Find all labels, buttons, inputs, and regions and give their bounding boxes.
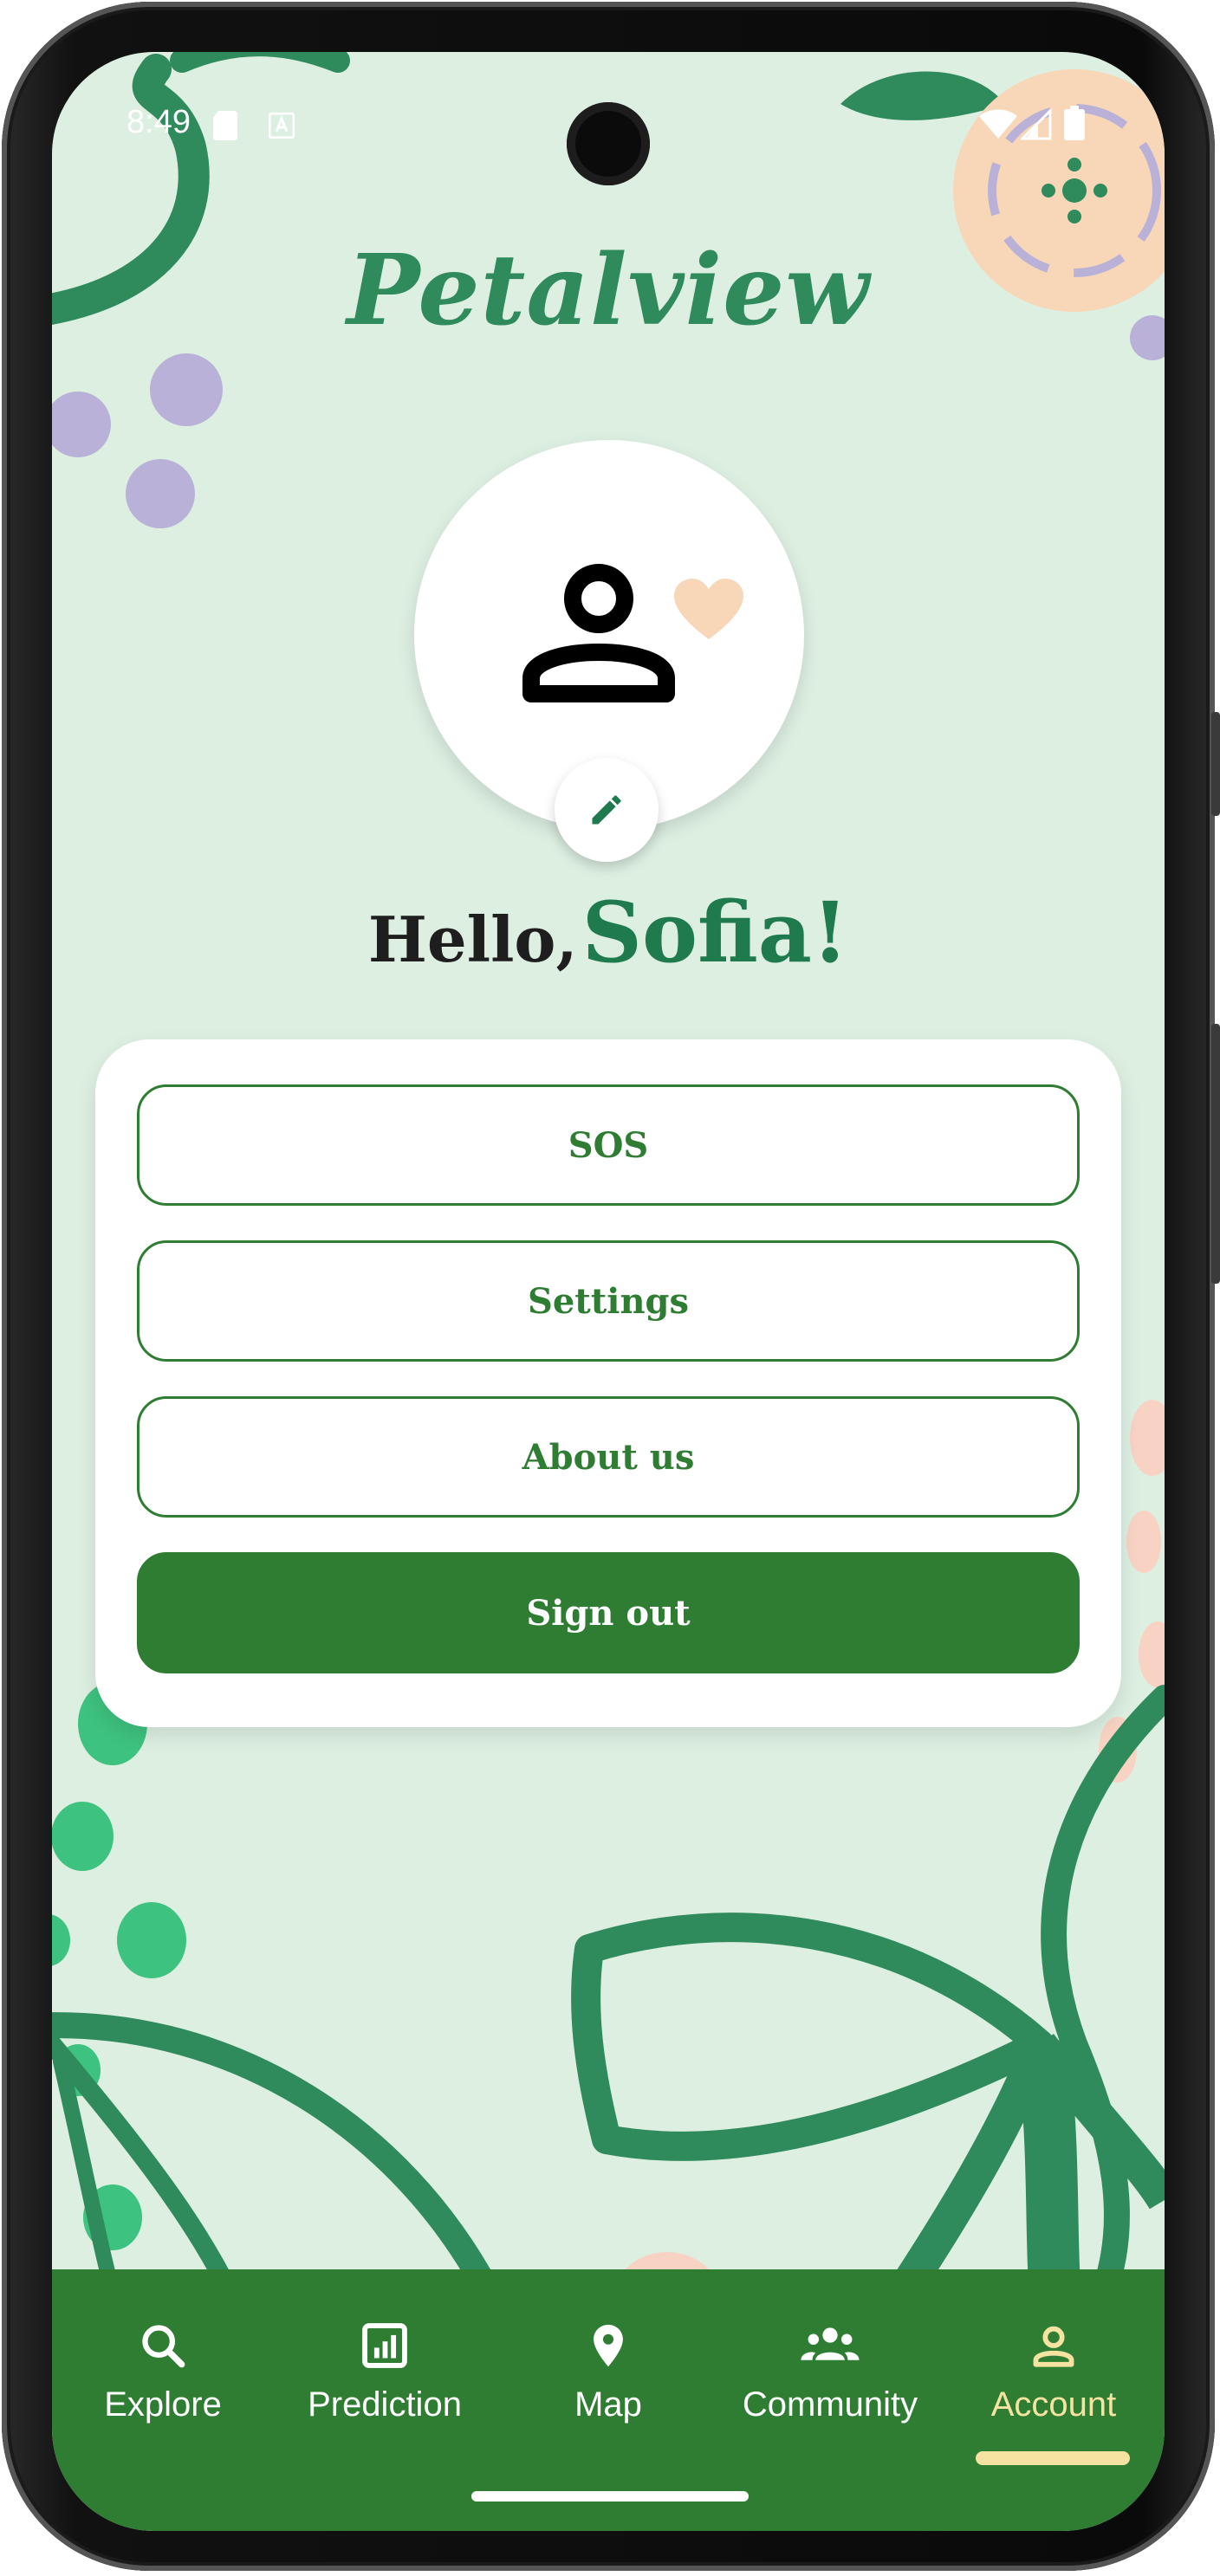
volume-button — [1211, 1024, 1220, 1284]
sd-card-icon — [213, 111, 237, 140]
nav-account[interactable]: Account — [943, 2313, 1165, 2424]
edit-avatar-button[interactable] — [555, 758, 659, 862]
nav-account-label: Account — [990, 2385, 1117, 2424]
front-camera — [567, 102, 650, 185]
nav-community-label: Community — [742, 2385, 918, 2424]
nav-prediction[interactable]: Prediction — [274, 2313, 496, 2424]
nav-community[interactable]: Community — [719, 2313, 941, 2424]
sos-button[interactable]: SOS — [137, 1084, 1080, 1206]
group-icon — [801, 2327, 860, 2360]
greeting-text: Hello, — [367, 903, 578, 976]
user-name: Sofia! — [581, 883, 849, 981]
home-indicator[interactable] — [471, 2491, 749, 2502]
bottom-navigation: Explore Prediction Map Community Account — [52, 2269, 1165, 2531]
active-tab-indicator — [976, 2451, 1130, 2465]
side-button — [1211, 712, 1220, 816]
battery-icon — [1064, 106, 1085, 140]
sign-out-button[interactable]: Sign out — [137, 1552, 1080, 1673]
screen: 8:49 Petalview Hello, Sofia! SOS Setting… — [52, 52, 1165, 2531]
signal-icon — [1021, 109, 1052, 140]
pencil-icon — [592, 795, 621, 825]
phone-frame: 8:49 Petalview Hello, Sofia! SOS Setting… — [2, 2, 1220, 2571]
person-icon — [1033, 2326, 1074, 2367]
person-icon — [522, 564, 675, 702]
status-time: 8:49 — [127, 104, 191, 140]
nav-map[interactable]: Map — [497, 2313, 719, 2424]
chart-icon — [362, 2323, 407, 2368]
heart-icon — [674, 579, 743, 639]
account-menu-card: SOS Settings About us Sign out — [95, 1039, 1121, 1727]
greeting: Hello, Sofia! — [52, 883, 1165, 981]
about-us-button[interactable]: About us — [137, 1396, 1080, 1518]
settings-button[interactable]: Settings — [137, 1240, 1080, 1362]
nav-prediction-label: Prediction — [308, 2385, 462, 2424]
nav-explore[interactable]: Explore — [52, 2313, 274, 2424]
app-logo: Petalview — [347, 234, 870, 347]
search-icon — [142, 2325, 185, 2368]
wifi-icon — [979, 109, 1017, 139]
nav-map-label: Map — [574, 2385, 642, 2424]
location-pin-icon — [594, 2324, 623, 2367]
nav-explore-label: Explore — [104, 2385, 222, 2424]
keyboard-a-icon — [269, 113, 295, 139]
